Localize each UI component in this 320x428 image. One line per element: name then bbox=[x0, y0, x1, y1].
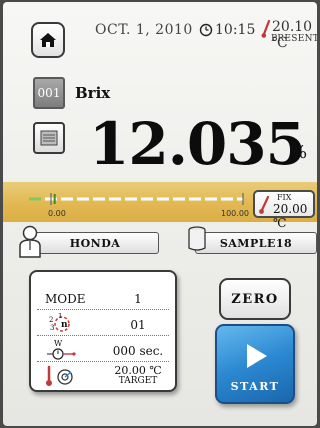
svg-text:W: W bbox=[54, 339, 63, 348]
target-label: TARGET bbox=[118, 376, 158, 386]
channel-button[interactable]: 001 bbox=[33, 77, 65, 109]
fix-temperature-button[interactable]: FIX 20.00 ℃ bbox=[253, 190, 315, 230]
target-temp-row: 20.00 ℃ TARGET bbox=[37, 362, 169, 390]
refractometer-screen: OCT. 1, 2010 10:15 20.10 ℃ PRESENT 001 B… bbox=[3, 2, 317, 426]
fix-value: 20.00 ℃ bbox=[273, 202, 308, 230]
bar-min-label: 0.00 bbox=[48, 209, 66, 218]
list-icon bbox=[40, 130, 58, 146]
wait-time-value: 000 sec. bbox=[112, 344, 164, 358]
current-date: OCT. 1, 2010 bbox=[95, 22, 193, 38]
scale-name: Brix bbox=[75, 84, 111, 102]
user-icon bbox=[19, 225, 41, 258]
target-temperature-icon bbox=[46, 365, 73, 386]
repeat-count-icon: 2 3 1 n bbox=[49, 313, 70, 332]
start-label: START bbox=[230, 380, 280, 393]
thermometer-icon bbox=[261, 19, 271, 38]
repeat-count-value: 01 bbox=[130, 318, 146, 332]
measured-value: 12.035 bbox=[89, 110, 306, 178]
sample-name-button[interactable]: SAMPLE18 bbox=[195, 232, 317, 254]
current-time: 10:15 bbox=[215, 22, 256, 38]
zero-button[interactable]: ZERO bbox=[219, 278, 291, 320]
home-button[interactable] bbox=[31, 22, 65, 58]
play-icon bbox=[247, 344, 267, 368]
temperature-level-bar bbox=[29, 193, 244, 205]
user-name-button[interactable]: HONDA bbox=[31, 232, 159, 254]
bar-max-label: 100.00 bbox=[221, 209, 249, 218]
measurement-conditions-panel[interactable]: MODE 1 2 3 1 n 01 W 000 sec. 20.00 ℃ TAR… bbox=[29, 270, 177, 392]
mode-row: MODE 1 bbox=[37, 286, 169, 310]
divider bbox=[37, 335, 169, 336]
svg-text:1: 1 bbox=[58, 313, 62, 320]
home-icon bbox=[40, 33, 56, 47]
present-label: PRESENT bbox=[271, 34, 317, 44]
svg-text:n: n bbox=[61, 320, 68, 330]
divider bbox=[37, 309, 169, 310]
mode-label: MODE bbox=[45, 292, 86, 306]
fix-label: FIX bbox=[277, 193, 292, 202]
svg-text:3: 3 bbox=[50, 324, 54, 332]
mode-value: 1 bbox=[134, 292, 142, 306]
svg-text:2: 2 bbox=[49, 316, 53, 324]
sample-bottle-icon bbox=[188, 226, 206, 251]
thermometer-icon bbox=[259, 195, 270, 214]
wait-row: W 000 sec. bbox=[37, 338, 169, 362]
repeat-row: 2 3 1 n 01 bbox=[37, 312, 169, 336]
measured-unit: % bbox=[290, 142, 308, 163]
data-list-button[interactable] bbox=[33, 122, 65, 154]
clock-icon bbox=[199, 23, 213, 37]
start-button[interactable]: START bbox=[215, 324, 295, 404]
wait-time-icon: W bbox=[47, 339, 76, 360]
